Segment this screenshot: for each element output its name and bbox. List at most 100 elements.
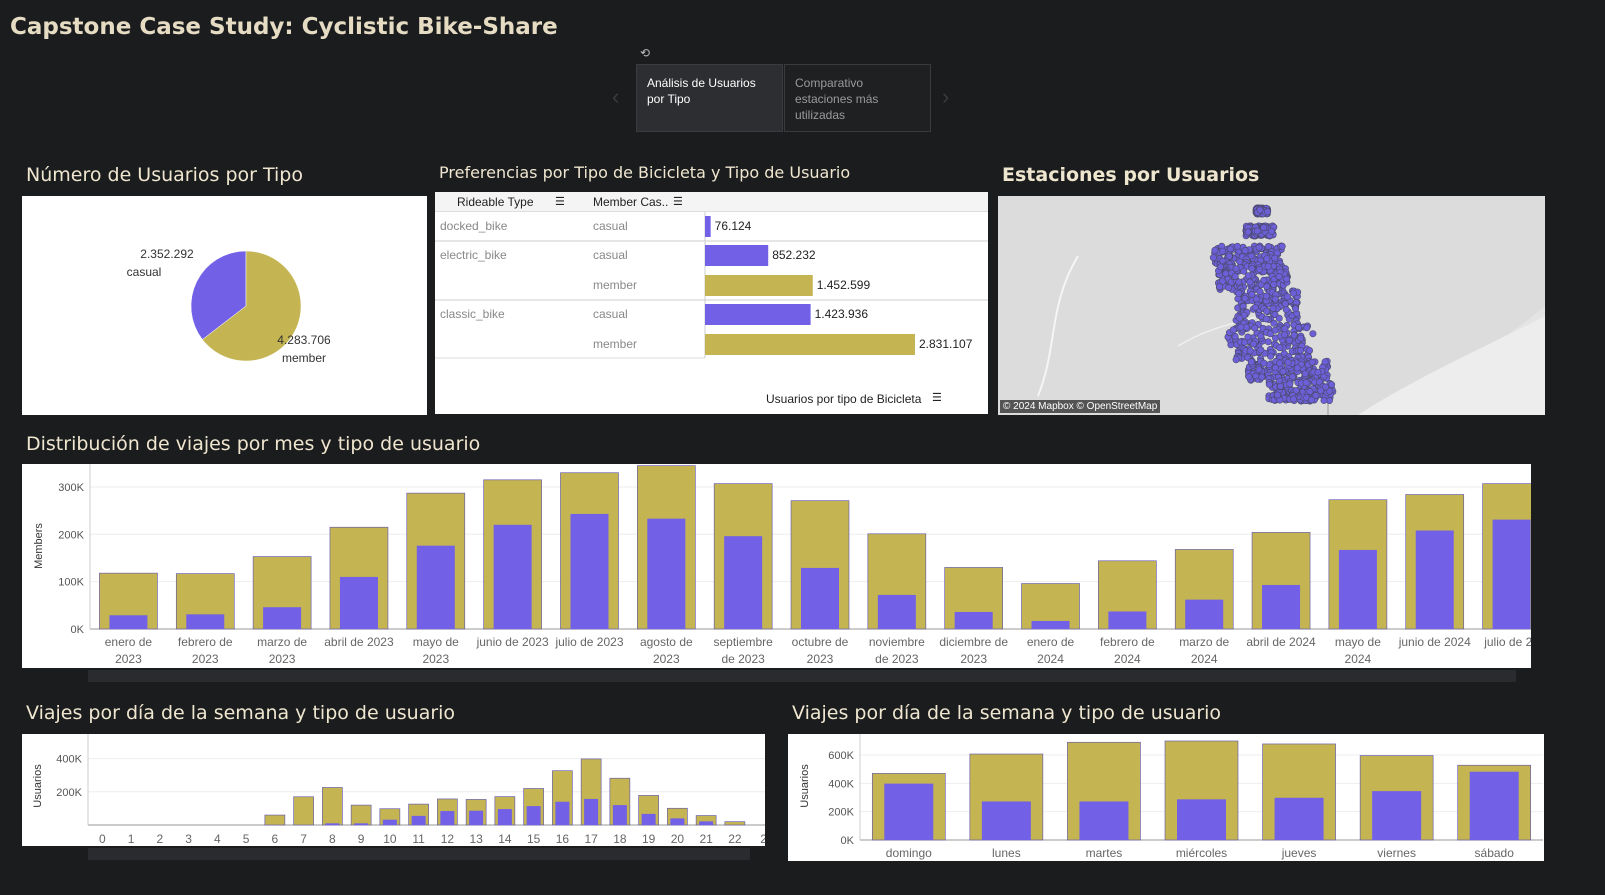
station-dot <box>1225 284 1233 292</box>
sort-icon[interactable]: ☰ <box>932 391 942 404</box>
x-tick-label: 18 <box>613 832 627 846</box>
station-dot <box>1251 324 1259 332</box>
weekday-panel: Usuarios 0K 200K 400K 600K domingo lunes marte… <box>788 728 1544 861</box>
pie-casual-value: 2.352.292 <box>140 247 194 261</box>
x-tick-label: 2024 <box>1114 652 1141 666</box>
station-dot <box>1263 255 1271 263</box>
station-dot <box>1262 292 1270 300</box>
station-dot <box>1241 247 1249 255</box>
station-dot <box>1270 319 1278 327</box>
x-tick-label: 19 <box>642 832 656 846</box>
casual-bar <box>263 607 302 629</box>
x-tick-label: 22 <box>728 832 742 846</box>
y-tick-label: 600K <box>828 750 854 762</box>
station-dot <box>1303 324 1311 332</box>
station-dot <box>1290 331 1298 339</box>
station-dot <box>1307 396 1315 404</box>
station-dot <box>1289 289 1297 297</box>
station-dot <box>1271 364 1279 372</box>
station-dot <box>1283 293 1291 301</box>
casual-bar <box>555 801 570 825</box>
x-tick-label: 12 <box>441 832 455 846</box>
station-dot <box>1257 332 1265 340</box>
casual-bar <box>526 806 541 825</box>
monthly-scrollbar[interactable] <box>88 670 1516 682</box>
x-tick-label: 8 <box>329 832 336 846</box>
station-dot <box>1241 294 1249 302</box>
station-dot <box>1306 388 1314 396</box>
casual-bar <box>1079 801 1129 840</box>
casual-bar <box>354 823 369 825</box>
station-dot <box>1275 314 1283 322</box>
x-tick-label: enero de <box>1027 635 1075 649</box>
y-tick-label: 200K <box>828 807 854 819</box>
station-dot <box>1247 358 1255 366</box>
casual-bar <box>699 821 714 825</box>
chevron-right-icon[interactable]: › <box>942 84 949 110</box>
chevron-left-icon[interactable]: ‹ <box>612 84 619 110</box>
stations-map[interactable]: © 2024 Mapbox © OpenStreetMap <box>998 196 1545 415</box>
casual-bar <box>382 819 397 825</box>
station-dot <box>1279 368 1287 376</box>
station-dot <box>1296 347 1304 355</box>
casual-bar <box>884 783 934 840</box>
casual-bar <box>1372 791 1422 840</box>
x-tick-label: 2023 <box>192 652 219 666</box>
casual-bar <box>1469 771 1519 840</box>
map-attribution[interactable]: © 2024 Mapbox © OpenStreetMap <box>1000 400 1161 413</box>
x-tick-label: 2023 <box>115 652 142 666</box>
x-tick-label: julio de 20 <box>1483 635 1531 649</box>
station-dot <box>1219 247 1227 255</box>
station-dot <box>1263 307 1271 315</box>
station-dot <box>1281 325 1289 333</box>
station-dot <box>1266 330 1274 338</box>
prefs-bar <box>705 334 915 355</box>
pie-member-value: 4.283.706 <box>277 333 331 347</box>
station-dot <box>1260 276 1268 284</box>
x-tick-label: martes <box>1086 846 1123 860</box>
story-tab-usuarios[interactable]: Análisis de Usuarios por Tipo <box>636 64 783 132</box>
x-tick-label: de 2023 <box>721 652 765 666</box>
x-tick-label: octubre de <box>792 635 849 649</box>
refresh-icon[interactable]: ⟲ <box>640 46 650 60</box>
station-dot <box>1283 275 1291 283</box>
x-tick-label: 9 <box>358 832 365 846</box>
x-tick-label: agosto de <box>640 635 693 649</box>
station-dot <box>1235 289 1243 297</box>
station-dot <box>1253 227 1261 235</box>
x-tick-label: diciembre de <box>939 635 1008 649</box>
casual-bar <box>981 801 1031 840</box>
station-dot <box>1285 336 1293 344</box>
y-tick-label: 0K <box>841 835 855 847</box>
hourly-scrollbar[interactable] <box>88 848 750 860</box>
x-tick-label: 11 <box>412 832 425 846</box>
y-tick-label: 400K <box>56 754 82 766</box>
station-dot <box>1216 283 1224 291</box>
station-dot <box>1289 395 1297 403</box>
station-dot <box>1320 396 1328 404</box>
station-dot <box>1263 208 1271 216</box>
pie-title: Número de Usuarios por Tipo <box>26 164 303 186</box>
casual-bar <box>801 567 839 629</box>
station-dot <box>1222 270 1230 278</box>
casual-bar <box>1492 519 1531 629</box>
weekday-title: Viajes por día de la semana y tipo de us… <box>792 702 1222 724</box>
monthly-title: Distribución de viajes por mes y tipo de… <box>26 433 481 455</box>
x-tick-label: febrero de <box>178 635 233 649</box>
x-tick-label: lunes <box>992 846 1021 860</box>
prefs-bar-label: 76.124 <box>715 219 752 233</box>
x-tick-label: 2 <box>760 832 765 846</box>
story-tab-estaciones[interactable]: Comparativo estaciones más utilizadas <box>784 64 931 132</box>
station-dot <box>1270 280 1278 288</box>
prefs-bar <box>705 275 813 296</box>
station-dot <box>1255 243 1263 251</box>
x-tick-label: miércoles <box>1176 846 1227 860</box>
x-tick-label: 2024 <box>1037 652 1064 666</box>
casual-bar <box>1338 549 1377 629</box>
monthly-panel: Members 0K 100K 200K 300K enero de 2023 febrer… <box>22 464 1531 668</box>
station-dot <box>1308 358 1316 366</box>
station-dot <box>1302 379 1310 387</box>
x-tick-label: 2023 <box>653 652 680 666</box>
casual-bar <box>570 513 609 629</box>
station-dot <box>1250 340 1258 348</box>
